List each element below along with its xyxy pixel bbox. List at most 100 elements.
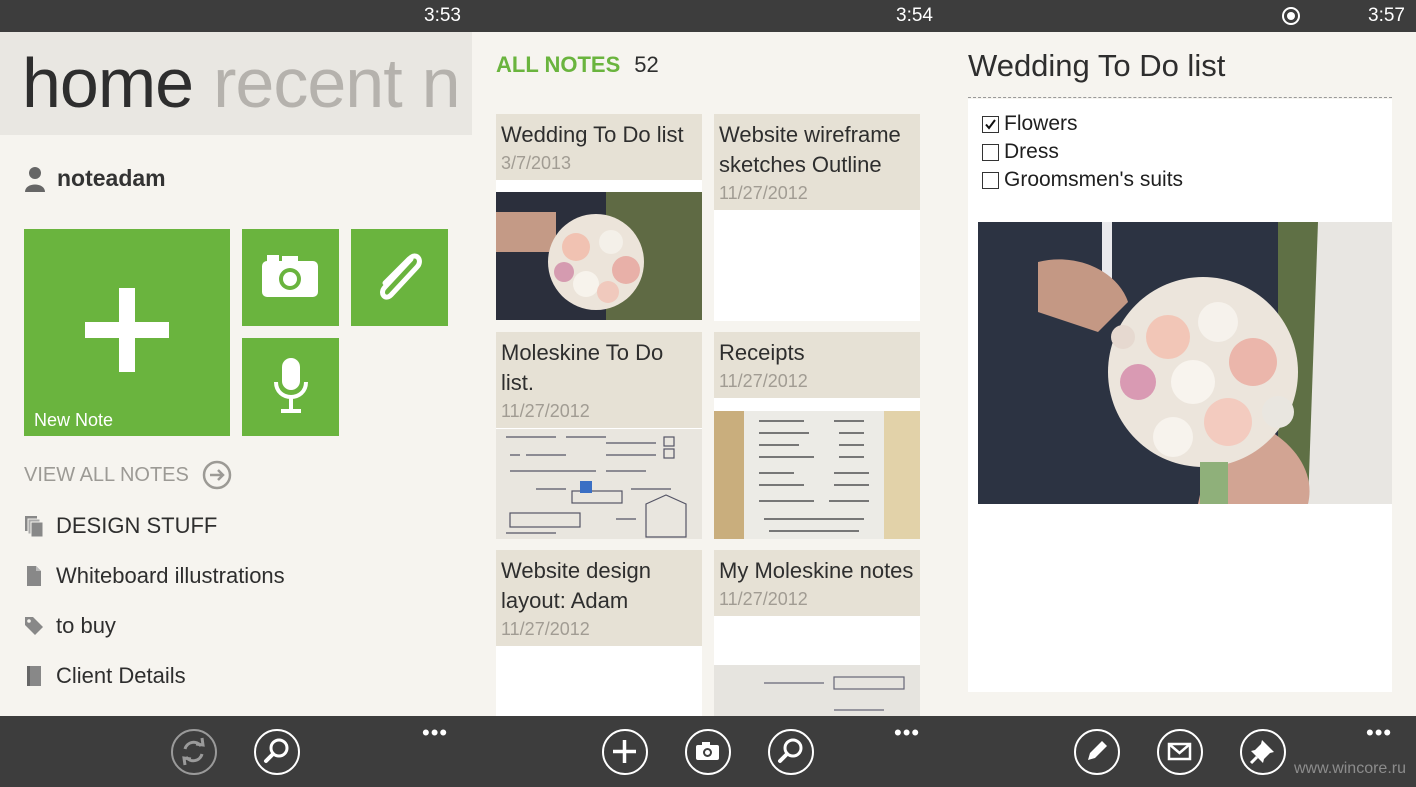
search-button[interactable] [254, 729, 300, 775]
user-icon [25, 166, 45, 192]
status-bar: 3:57 [944, 0, 1416, 32]
paperclip-icon [380, 253, 422, 300]
pin-icon [1249, 740, 1274, 765]
note-card-header: Moleskine To Do list. 11/27/2012 [496, 332, 702, 428]
clock: 3:53 [424, 5, 461, 26]
view-all-label: VIEW ALL NOTES [24, 463, 189, 486]
status-bar: 3:54 [472, 0, 944, 32]
voice-tile[interactable] [242, 338, 339, 436]
note-card[interactable]: Wedding To Do list 3/7/2013 [496, 114, 702, 320]
notebook-item[interactable]: Client Details [24, 663, 186, 689]
user-account[interactable]: noteadam [24, 165, 166, 192]
note-icon [27, 566, 41, 586]
status-bar: 3:53 [0, 0, 472, 32]
pivot-next[interactable]: n [422, 44, 461, 122]
note-detail-screen: 3:57 Wedding To Do list Flowers Dress Gr… [944, 0, 1416, 787]
note-body[interactable]: Flowers Dress Groomsmen's suits [968, 99, 1392, 692]
plus-icon [85, 288, 169, 372]
home-screen: 3:53 home recent n noteadam New Note VIEW … [0, 0, 472, 787]
microphone-icon [274, 358, 308, 413]
search-icon [778, 738, 803, 763]
more-options-button[interactable]: ••• [1366, 722, 1392, 744]
checklist-item[interactable]: Groomsmen's suits [982, 168, 1183, 192]
all-notes-label: ALL NOTES [496, 52, 621, 77]
more-options-button[interactable]: ••• [422, 722, 448, 744]
notebook-label: DESIGN STUFF [56, 513, 218, 538]
checklist-item[interactable]: Dress [982, 140, 1059, 164]
plus-icon [613, 740, 636, 763]
tag-label: to buy [56, 613, 116, 638]
new-note-tile[interactable]: New Note [24, 229, 230, 436]
note-card-header: Website wireframe sketches Outline 11/27… [714, 114, 920, 210]
camera-icon [696, 742, 719, 760]
notebook-stack-item[interactable]: DESIGN STUFF [24, 513, 217, 539]
camera-tile[interactable] [242, 229, 339, 326]
note-card-header: Wedding To Do list 3/7/2013 [496, 114, 702, 180]
note-title: Website wireframe sketches Outline [719, 122, 901, 177]
note-date: 3/7/2013 [501, 153, 572, 173]
watermark: www.wincore.ru [1293, 760, 1406, 777]
camera-icon [262, 255, 318, 297]
note-card[interactable]: Website wireframe sketches Outline 11/27… [714, 114, 920, 321]
note-card[interactable]: Receipts 11/27/2012 [714, 332, 920, 539]
note-title: Moleskine To Do list. [501, 340, 664, 395]
note-detail-content: Wedding To Do list Flowers Dress Groomsm… [944, 32, 1416, 716]
checklist-label: Groomsmen's suits [1004, 168, 1184, 191]
sketch-photo [496, 429, 702, 539]
username: noteadam [57, 165, 166, 191]
checkbox-unchecked[interactable] [982, 143, 999, 161]
notebook-icon [27, 666, 41, 686]
note-card-header: Receipts 11/27/2012 [714, 332, 920, 398]
new-note-button[interactable] [602, 729, 648, 775]
checkbox-unchecked[interactable] [982, 171, 999, 189]
moleskine-photo [714, 665, 920, 716]
email-button[interactable] [1157, 729, 1203, 775]
app-bar: ••• www.wincore.ru [944, 716, 1416, 787]
all-notes-header: ALL NOTES 52 [496, 52, 659, 78]
tag-icon [25, 617, 43, 635]
checklist-item[interactable]: Flowers [982, 112, 1078, 136]
pivot-home[interactable]: home [0, 44, 194, 122]
more-options-button[interactable]: ••• [894, 722, 920, 744]
checklist-label: Dress [1004, 140, 1059, 163]
app-bar: ••• [472, 716, 944, 787]
bouquet-photo [496, 192, 702, 320]
arrow-right-icon [202, 460, 232, 490]
note-card[interactable]: Website design layout: Adam 11/27/2012 [496, 550, 702, 716]
note-card-header: My Moleskine notes 11/27/2012 [714, 550, 920, 616]
sync-icon [182, 737, 205, 766]
pin-button[interactable] [1240, 729, 1286, 775]
note-title: My Moleskine notes [719, 558, 914, 583]
note-title: Wedding To Do list [968, 48, 1226, 83]
pivot-recent[interactable]: recent [213, 44, 403, 122]
note-card[interactable]: Moleskine To Do list. 11/27/2012 [496, 332, 702, 539]
note-date: 11/27/2012 [719, 589, 808, 609]
note-card[interactable]: My Moleskine notes 11/27/2012 [714, 550, 920, 716]
notebook-label: Whiteboard illustrations [56, 563, 285, 588]
search-button[interactable] [768, 729, 814, 775]
home-content: home recent n noteadam New Note VIEW ALL N… [0, 32, 472, 716]
note-title: Wedding To Do list [501, 122, 684, 147]
notebook-item[interactable]: Whiteboard illustrations [24, 563, 285, 589]
note-title: Receipts [719, 340, 805, 365]
camera-button[interactable] [685, 729, 731, 775]
note-date: 11/27/2012 [719, 183, 808, 203]
edit-button[interactable] [1074, 729, 1120, 775]
attach-tile[interactable] [351, 229, 448, 326]
clock: 3:57 [1368, 5, 1405, 26]
note-date: 11/27/2012 [501, 619, 590, 639]
notebook-label: Client Details [56, 663, 186, 688]
note-date: 11/27/2012 [501, 401, 590, 421]
wedding-bouquet-photo [978, 222, 1392, 504]
mail-icon [1167, 742, 1192, 761]
checkbox-checked[interactable] [982, 115, 999, 133]
recording-indicator-icon [1282, 7, 1300, 25]
receipt-photo [714, 411, 920, 539]
tag-item[interactable]: to buy [24, 613, 116, 639]
note-date: 11/27/2012 [719, 371, 808, 391]
note-card-header: Website design layout: Adam 11/27/2012 [496, 550, 702, 646]
sync-button[interactable] [171, 729, 217, 775]
notebook-stack-icon [25, 516, 44, 537]
app-bar: ••• [0, 716, 472, 787]
view-all-notes-link[interactable]: VIEW ALL NOTES [24, 460, 232, 490]
